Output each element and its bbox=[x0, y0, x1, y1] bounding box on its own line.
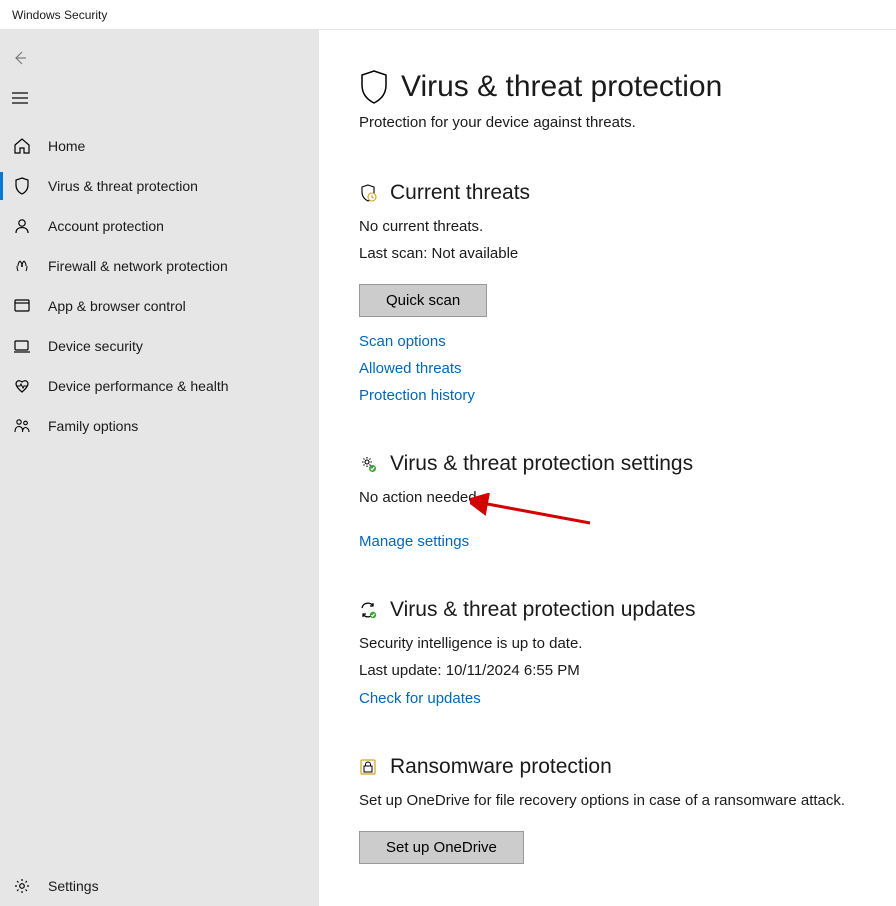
hamburger-icon bbox=[12, 92, 28, 104]
sidebar-item-label: Settings bbox=[48, 878, 99, 894]
shield-icon bbox=[12, 176, 32, 196]
clock-shield-icon bbox=[359, 184, 377, 202]
account-icon bbox=[12, 216, 32, 236]
back-button[interactable] bbox=[0, 38, 40, 78]
app-browser-icon bbox=[12, 296, 32, 316]
vtp-settings-status: No action needed. bbox=[359, 486, 896, 509]
home-icon bbox=[12, 136, 32, 156]
sidebar-item-account[interactable]: Account protection bbox=[0, 206, 319, 246]
sidebar-item-label: Device security bbox=[48, 338, 143, 354]
sidebar-item-label: App & browser control bbox=[48, 298, 186, 314]
section-vtp-settings: Virus & threat protection settings No ac… bbox=[359, 452, 896, 550]
sidebar-item-label: Virus & threat protection bbox=[48, 178, 198, 194]
firewall-icon bbox=[12, 256, 32, 276]
setup-onedrive-button[interactable]: Set up OneDrive bbox=[359, 831, 524, 864]
threat-status: No current threats. bbox=[359, 215, 896, 238]
sidebar-item-label: Family options bbox=[48, 418, 138, 434]
section-heading: Virus & threat protection updates bbox=[390, 598, 695, 622]
section-ransomware: Ransomware protection Set up OneDrive fo… bbox=[359, 755, 896, 879]
ransomware-icon bbox=[359, 758, 377, 776]
window-titlebar: Windows Security bbox=[0, 0, 896, 30]
sidebar-item-home[interactable]: Home bbox=[0, 126, 319, 166]
sidebar-item-device-health[interactable]: Device performance & health bbox=[0, 366, 319, 406]
page-header: Virus & threat protection bbox=[359, 70, 896, 104]
heart-icon bbox=[12, 376, 32, 396]
sidebar-item-label: Device performance & health bbox=[48, 378, 229, 394]
sidebar-item-label: Home bbox=[48, 138, 85, 154]
scan-options-link[interactable]: Scan options bbox=[359, 333, 896, 350]
sidebar-item-app-browser[interactable]: App & browser control bbox=[0, 286, 319, 326]
family-icon bbox=[12, 416, 32, 436]
sidebar-item-label: Account protection bbox=[48, 218, 164, 234]
gear-icon bbox=[12, 876, 32, 896]
sidebar-item-label: Firewall & network protection bbox=[48, 258, 228, 274]
allowed-threats-link[interactable]: Allowed threats bbox=[359, 360, 896, 377]
section-heading: Virus & threat protection settings bbox=[390, 452, 693, 476]
hamburger-menu-button[interactable] bbox=[0, 78, 40, 118]
main-content: Virus & threat protection Protection for… bbox=[319, 30, 896, 906]
page-subtitle: Protection for your device against threa… bbox=[359, 114, 896, 131]
check-updates-link[interactable]: Check for updates bbox=[359, 690, 896, 707]
sidebar-item-firewall[interactable]: Firewall & network protection bbox=[0, 246, 319, 286]
device-security-icon bbox=[12, 336, 32, 356]
section-heading: Current threats bbox=[390, 181, 530, 205]
sidebar-item-virus-threat[interactable]: Virus & threat protection bbox=[0, 166, 319, 206]
window-title: Windows Security bbox=[12, 8, 107, 22]
section-current-threats: Current threats No current threats. Last… bbox=[359, 181, 896, 404]
protection-history-link[interactable]: Protection history bbox=[359, 387, 896, 404]
last-update: Last update: 10/11/2024 6:55 PM bbox=[359, 659, 896, 682]
back-arrow-icon bbox=[12, 50, 28, 66]
sidebar-item-settings[interactable]: Settings bbox=[0, 866, 319, 906]
sidebar-item-device-security[interactable]: Device security bbox=[0, 326, 319, 366]
shield-icon bbox=[359, 70, 389, 104]
last-scan: Last scan: Not available bbox=[359, 242, 896, 265]
section-vtp-updates: Virus & threat protection updates Securi… bbox=[359, 598, 896, 708]
manage-settings-link[interactable]: Manage settings bbox=[359, 533, 896, 550]
sidebar-item-family[interactable]: Family options bbox=[0, 406, 319, 446]
page-title: Virus & threat protection bbox=[401, 70, 722, 104]
update-status: Security intelligence is up to date. bbox=[359, 632, 896, 655]
update-check-icon bbox=[359, 601, 377, 619]
ransomware-status: Set up OneDrive for file recovery option… bbox=[359, 789, 896, 812]
sidebar: Home Virus & threat protection Account p… bbox=[0, 30, 319, 906]
settings-check-icon bbox=[359, 455, 377, 473]
quick-scan-button[interactable]: Quick scan bbox=[359, 284, 487, 317]
section-heading: Ransomware protection bbox=[390, 755, 612, 779]
